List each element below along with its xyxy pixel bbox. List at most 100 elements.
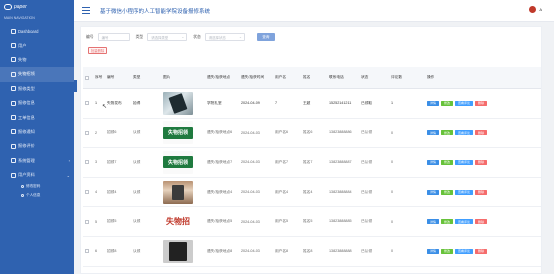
item-photo[interactable] <box>163 91 193 115</box>
clipboard-icon <box>11 115 16 121</box>
detail-button[interactable]: 详情 <box>427 130 440 136</box>
box-icon <box>11 57 16 63</box>
sidebar-item-users[interactable]: 用户 <box>0 38 74 52</box>
view-comments-button[interactable]: 查看评论 <box>455 159 474 165</box>
item-photo[interactable]: 失物招 <box>163 210 193 234</box>
row-actions: 详情 修改 查看评论 删除 <box>427 248 488 254</box>
col-header: 操作 <box>427 75 435 79</box>
sidebar-item-dashboard[interactable]: Dashboard <box>0 24 74 38</box>
table-row: 3 招领7 认领 失物招领 遗失/拾获地点7 2024-04-03 用户名7 姓名7 13823… <box>83 148 541 178</box>
view-comments-button[interactable]: 查看评论 <box>455 130 474 136</box>
photo-sign-text: 失物招领 <box>163 156 193 169</box>
cell-review-count: 0 <box>391 130 394 135</box>
row-checkbox[interactable] <box>83 130 95 135</box>
search-button[interactable]: 查询 <box>256 33 275 41</box>
view-comments-button[interactable]: 查看评论 <box>455 219 474 225</box>
table-row: 4 招领4 认领 遗失/拾获地点4 2024-04-03 用户名4 姓名4 138238888… <box>83 178 541 208</box>
bag-icon <box>11 71 16 77</box>
row-checkbox[interactable] <box>83 219 95 224</box>
sidebar-item-system[interactable]: 系统管理 › <box>0 154 74 168</box>
delete-button[interactable]: 删除 <box>475 248 488 254</box>
row-checkbox[interactable] <box>83 190 95 195</box>
chevron-right-icon: › <box>68 158 70 164</box>
detail-button[interactable]: 详情 <box>427 100 440 106</box>
type-filter-select[interactable]: 请选择类型 ⌄ <box>147 33 188 41</box>
cell-phone: 15252141211 <box>329 100 352 105</box>
col-header: 状态 <box>361 75 369 79</box>
menu-toggle-icon[interactable] <box>80 7 90 14</box>
cell-image: 失物招领 <box>163 121 207 145</box>
item-photo[interactable]: 失物招领 <box>163 150 193 174</box>
row-actions: 详情 修改 查看评论 删除 <box>427 100 488 106</box>
cell-image <box>163 180 207 204</box>
sidebar-item-repair-type[interactable]: 报修类型 <box>0 82 74 96</box>
cell-status: 已认领 <box>361 248 373 253</box>
detail-button[interactable]: 详情 <box>427 248 440 254</box>
delete-button[interactable]: 删除 <box>475 100 488 106</box>
edit-button[interactable]: 修改 <box>441 189 454 195</box>
delete-button[interactable]: 删除 <box>475 219 488 225</box>
cell-date: 2024-04-03 <box>241 249 260 254</box>
user-menu[interactable]: A <box>529 6 542 13</box>
cell-phone: 13823888884 <box>329 189 352 194</box>
delete-button[interactable]: 删除 <box>475 130 488 136</box>
batch-delete-button[interactable]: 批量删除 <box>88 47 107 54</box>
logo-text: paper <box>14 4 27 10</box>
cell-image <box>163 239 207 263</box>
detail-button[interactable]: 详情 <box>427 189 440 195</box>
cell-date: 2024-04-03 <box>241 130 260 135</box>
row-checkbox[interactable] <box>83 160 95 165</box>
cell-name: 姓名5 <box>303 219 313 224</box>
logo-icon <box>4 4 12 10</box>
sidebar-item-repair-info[interactable]: 报修信息 <box>0 96 74 110</box>
view-comments-button[interactable]: 查看评论 <box>455 248 474 254</box>
cell-place: 遗失/拾获地点4 <box>207 189 233 194</box>
sidebar-item-repair-review[interactable]: 报修评价 <box>0 139 74 153</box>
edit-button[interactable]: 修改 <box>441 219 454 225</box>
profile-icon <box>11 172 16 178</box>
item-photo[interactable] <box>163 239 193 263</box>
item-photo[interactable] <box>163 180 193 204</box>
item-photo[interactable]: 失物招领 <box>163 121 193 145</box>
type-filter-label: 类型 <box>135 34 144 39</box>
detail-button[interactable]: 详情 <box>427 159 440 165</box>
cell-code: 招领7 <box>107 159 117 164</box>
cell-code: 招领5 <box>107 219 117 224</box>
row-actions: 详情 修改 查看评论 删除 <box>427 219 488 225</box>
cell-place: 学院礼堂 <box>207 100 222 105</box>
sidebar-item-repair-notice[interactable]: 报修通知 <box>0 125 74 139</box>
col-header: 遗失/拾获地点 <box>207 75 231 79</box>
sidebar-item-work-order[interactable]: 工单信息 <box>0 110 74 124</box>
view-comments-button[interactable]: 查看评论 <box>455 189 474 195</box>
delete-button[interactable]: 删除 <box>475 159 488 165</box>
sidebar-item-lost[interactable]: 失物 <box>0 53 74 67</box>
edit-button[interactable]: 修改 <box>441 130 454 136</box>
row-checkbox[interactable] <box>83 101 95 106</box>
cell-type: 认领 <box>133 248 141 253</box>
delete-button[interactable]: 删除 <box>475 189 488 195</box>
app-logo[interactable]: paper <box>0 0 74 14</box>
sidebar-item-profile[interactable]: 用户资料 ⌄ <box>0 168 74 182</box>
cell-type: 认领 <box>133 130 141 135</box>
code-filter-input[interactable]: 编号 <box>97 33 130 41</box>
status-filter-select[interactable]: 请选择状态 ⌄ <box>204 33 245 41</box>
detail-button[interactable]: 详情 <box>427 219 440 225</box>
sidebar-subitem-personal[interactable]: 个人信息 <box>0 191 74 200</box>
view-comments-button[interactable]: 查看评论 <box>455 100 474 106</box>
edit-button[interactable]: 修改 <box>441 100 454 106</box>
cell-name: 姓名6 <box>303 130 313 135</box>
select-all-checkbox[interactable] <box>83 75 95 80</box>
cell-name: 姓名4 <box>303 189 313 194</box>
row-actions: 详情 修改 查看评论 删除 <box>427 130 488 136</box>
row-actions: 详情 修改 查看评论 删除 <box>427 159 488 165</box>
edit-button[interactable]: 修改 <box>441 159 454 165</box>
cell-image: 失物招领 <box>163 150 207 174</box>
table-body: 1 失物发布 拾得 学院礼堂 2024-04-09 7 王超 15252141211 已领取 1 详… <box>83 89 541 267</box>
edit-button[interactable]: 修改 <box>441 248 454 254</box>
sidebar: paper MAIN NAVIGATION Dashboard 用户 失物 失物… <box>0 0 74 274</box>
cell-code: 招领4 <box>107 189 117 194</box>
row-checkbox[interactable] <box>83 249 95 254</box>
cell-date: 2024-04-03 <box>241 160 260 165</box>
sidebar-subitem-password[interactable]: 修改密码 <box>0 182 74 191</box>
sidebar-item-lost-found[interactable]: 失物招领 <box>0 67 74 82</box>
